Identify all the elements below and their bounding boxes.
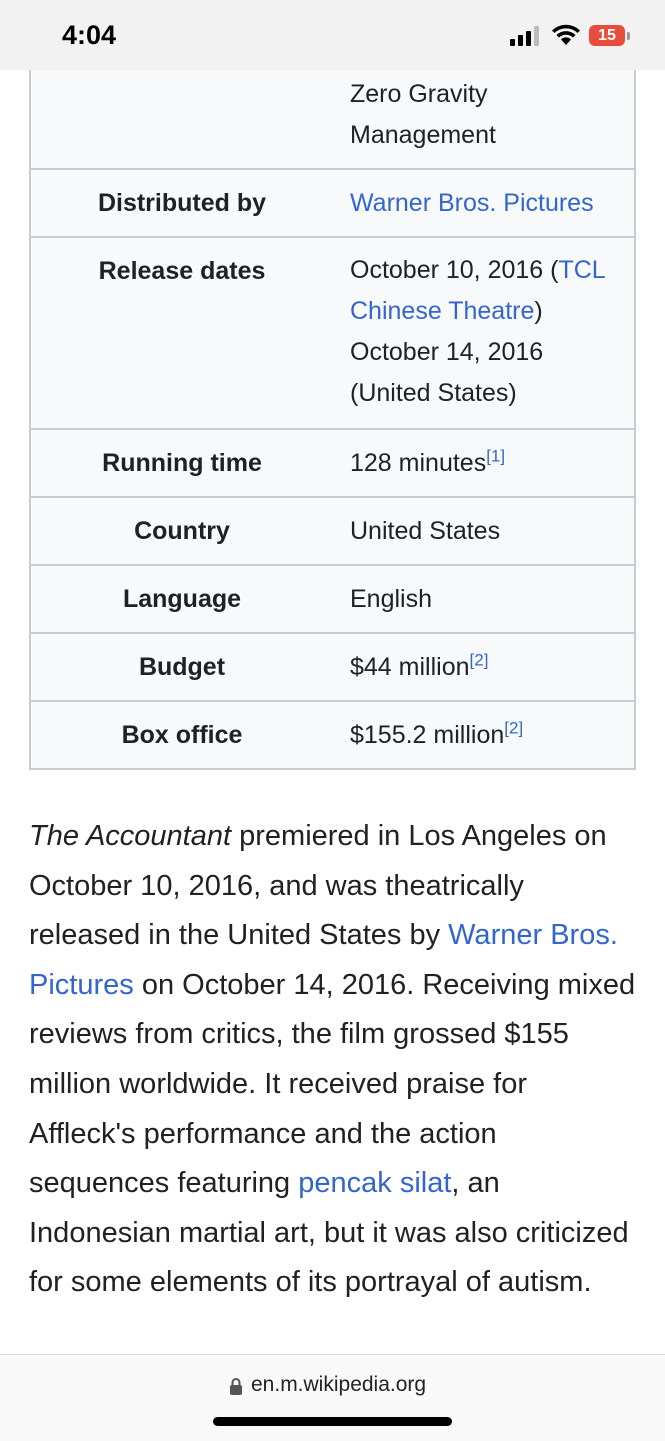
cellular-signal-icon (510, 26, 539, 46)
infobox-row-language: Language English (31, 564, 634, 632)
infobox-row-distributed: Distributed by Warner Bros. Pictures (31, 168, 634, 236)
infobox-label: Country (134, 517, 230, 545)
release-date-text: (United States) (350, 379, 517, 407)
browser-address-bar[interactable]: en.m.wikipedia.org (0, 1354, 665, 1441)
lock-icon (230, 1378, 242, 1395)
infobox-value: United States (350, 517, 501, 545)
infobox-table: Zero Gravity Management Distributed by W… (29, 70, 636, 770)
infobox-row-production: Zero Gravity Management (31, 70, 634, 168)
film-title: The Accountant (29, 820, 232, 852)
infobox-label: Release dates (98, 257, 266, 285)
reference-link[interactable]: [2] (470, 651, 489, 670)
paragraph-text: on October 14, 2016. Receiving mixed rev… (29, 968, 636, 1200)
infobox-row-running-time: Running time 128 minutes[1] (31, 428, 634, 496)
release-date-text: October 10, 2016 ( (350, 256, 559, 284)
status-bar: 4:04 15 (0, 0, 665, 70)
infobox-row-box-office: Box office $155.2 million[2] (31, 700, 634, 768)
article-paragraph: The Accountant premiered in Los Angeles … (29, 812, 639, 1308)
infobox-value: 128 minutes[1] (333, 430, 634, 496)
release-date-text: October 14, 2016 (350, 338, 544, 366)
infobox-value: October 10, 2016 (TCL Chinese Theatre) O… (333, 238, 634, 428)
home-indicator (213, 1417, 452, 1426)
box-office-value: $155.2 million (350, 721, 505, 749)
production-company-line: Management (350, 121, 496, 149)
wifi-icon (552, 24, 580, 45)
url-text[interactable]: en.m.wikipedia.org (251, 1373, 426, 1397)
infobox-value: English (350, 585, 432, 613)
infobox-label: Language (122, 585, 242, 613)
status-time: 4:04 (62, 20, 117, 50)
budget-value: $44 million (350, 653, 470, 681)
production-company-line: Zero Gravity (350, 80, 488, 108)
infobox-value: $44 million[2] (333, 634, 634, 700)
battery-cap (627, 32, 630, 40)
running-time-value: 128 minutes (350, 449, 487, 477)
infobox-label: Box office (121, 721, 243, 749)
theatre-link[interactable]: Chinese Theatre (350, 297, 534, 325)
infobox-label: Distributed by (97, 189, 267, 217)
infobox-label: Budget (138, 653, 226, 681)
release-date-text: ) (534, 297, 543, 325)
infobox-row-release-dates: Release dates October 10, 2016 (TCL Chin… (31, 236, 634, 428)
theatre-link[interactable]: TCL (558, 256, 605, 284)
infobox-row-country: Country United States (31, 496, 634, 564)
infobox-value: Warner Bros. Pictures (333, 170, 634, 236)
reference-link[interactable]: [1] (486, 447, 505, 466)
infobox-label (31, 70, 333, 168)
infobox-row-budget: Budget $44 million[2] (31, 632, 634, 700)
distributor-link[interactable]: Warner Bros. Pictures (350, 189, 594, 217)
battery-icon: 15 (589, 25, 625, 46)
reference-link[interactable]: [2] (504, 719, 523, 738)
infobox-value: Zero Gravity Management (333, 70, 634, 168)
pencak-silat-link[interactable]: pencak silat (298, 1167, 451, 1199)
infobox-label: Running time (102, 449, 262, 477)
infobox-value: $155.2 million[2] (333, 702, 634, 768)
